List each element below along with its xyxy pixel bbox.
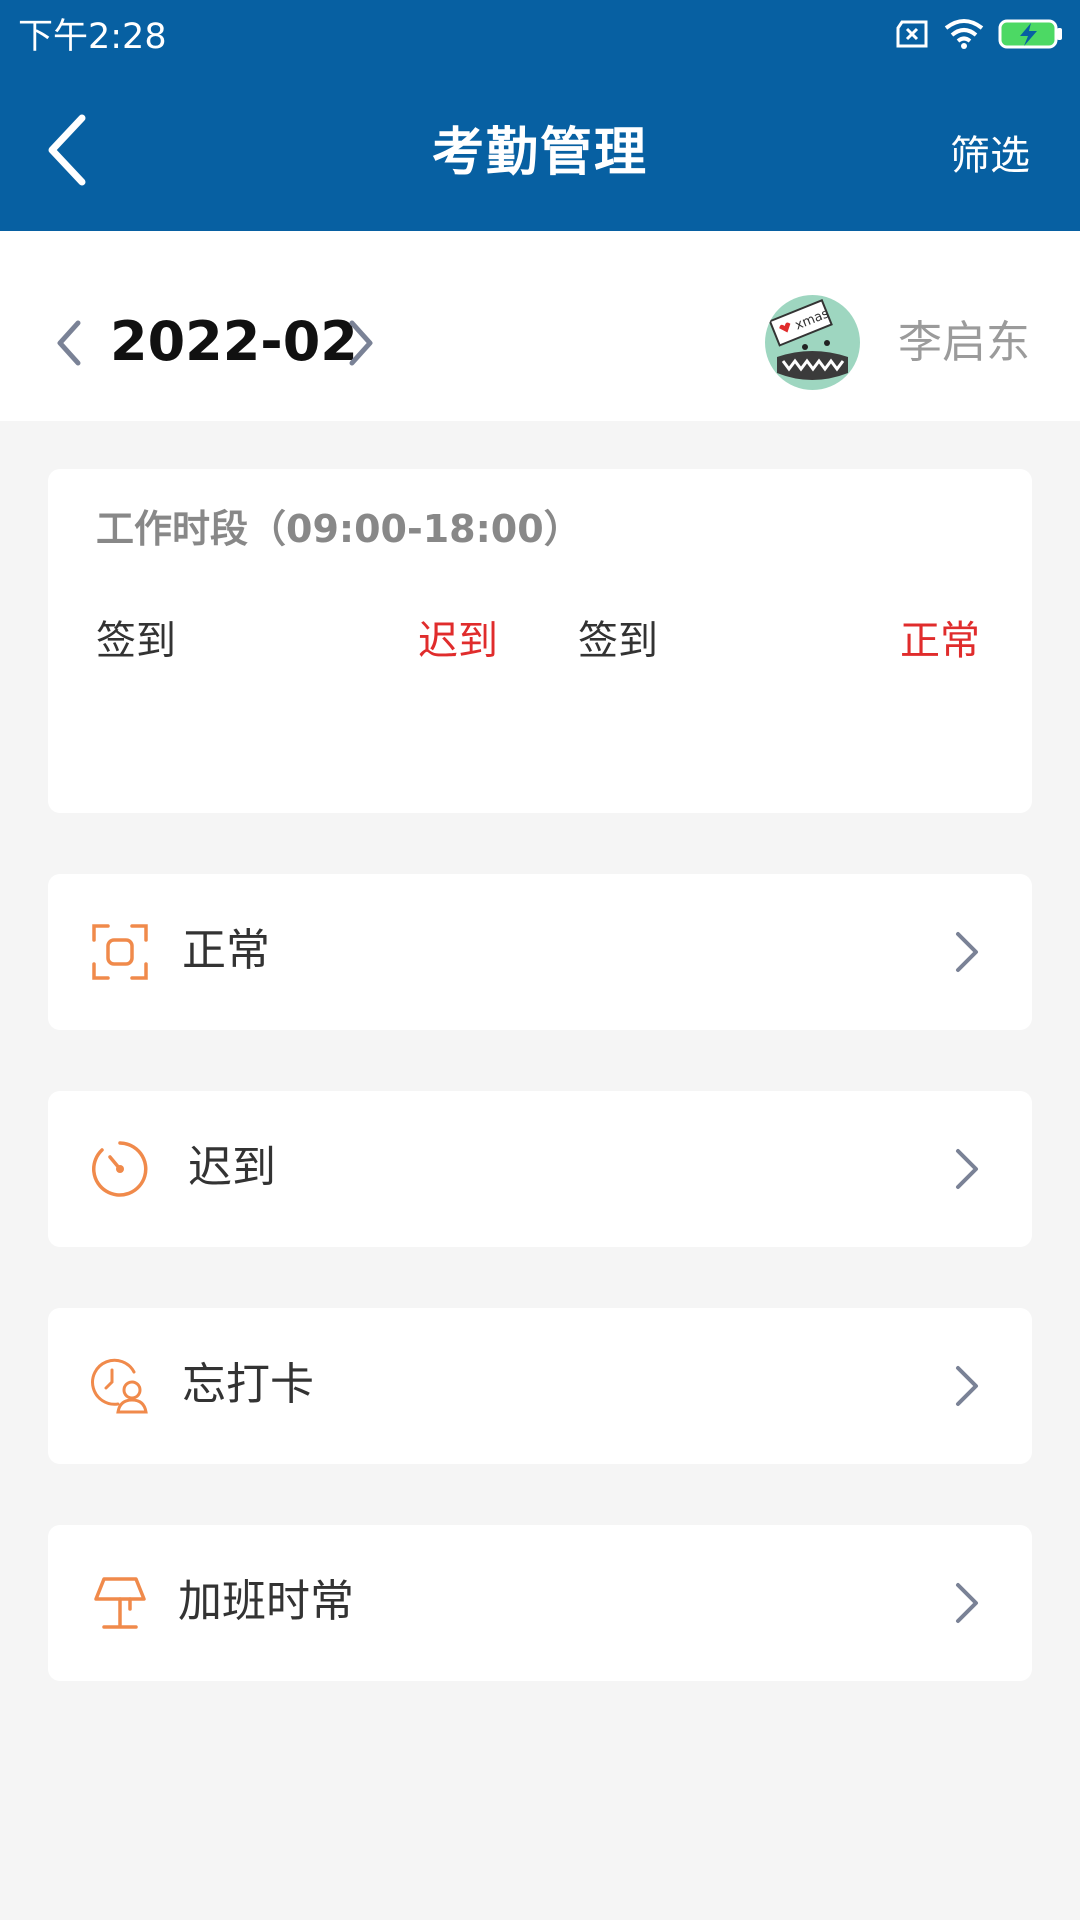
- battery-charging-icon: [998, 19, 1062, 49]
- checkin-status: 正常: [900, 618, 980, 664]
- category-row-normal[interactable]: 正常: [48, 874, 1032, 1030]
- chevron-right-icon: [956, 1583, 978, 1623]
- scan-frame-icon: [92, 924, 148, 980]
- current-month: 2022-02: [110, 310, 358, 373]
- app-header: 下午2:28 考勤管理 筛选: [0, 0, 1080, 231]
- month-selector: 2022-02 xmas 李启东: [0, 231, 1080, 421]
- category-label: 迟到: [188, 1142, 276, 1193]
- user-name: 李启东: [898, 317, 1030, 368]
- filter-button[interactable]: 筛选: [950, 128, 1030, 184]
- status-time: 下午2:28: [18, 17, 167, 57]
- work-period-card: 工作时段（09:00-18:00） 签到 迟到 签到 正常: [48, 469, 1032, 813]
- checkin-label: 签到: [578, 618, 658, 664]
- category-label: 加班时常: [178, 1576, 354, 1627]
- page-title: 考勤管理: [431, 123, 648, 183]
- status-icons: [894, 18, 1064, 50]
- next-month-icon[interactable]: [340, 317, 380, 369]
- sim-error-icon: [896, 20, 928, 48]
- chevron-right-icon: [956, 932, 978, 972]
- work-period-title: 工作时段（09:00-18:00）: [96, 507, 582, 551]
- timer-icon: [92, 1141, 148, 1197]
- category-row-overtime[interactable]: 加班时常: [48, 1525, 1032, 1681]
- clock-user-icon: [91, 1358, 148, 1414]
- chevron-right-icon: [956, 1366, 978, 1406]
- wifi-icon: [944, 19, 984, 49]
- category-label: 正常: [182, 925, 270, 976]
- chevron-right-icon: [956, 1149, 978, 1189]
- category-row-late[interactable]: 迟到: [48, 1091, 1032, 1247]
- category-label: 忘打卡: [182, 1359, 314, 1410]
- prev-month-icon[interactable]: [50, 317, 90, 369]
- category-row-forgot[interactable]: 忘打卡: [48, 1308, 1032, 1464]
- checkin-label: 签到: [96, 618, 176, 664]
- lamp-icon: [94, 1577, 146, 1629]
- avatar[interactable]: xmas: [765, 295, 860, 390]
- checkin-status: 迟到: [418, 618, 498, 664]
